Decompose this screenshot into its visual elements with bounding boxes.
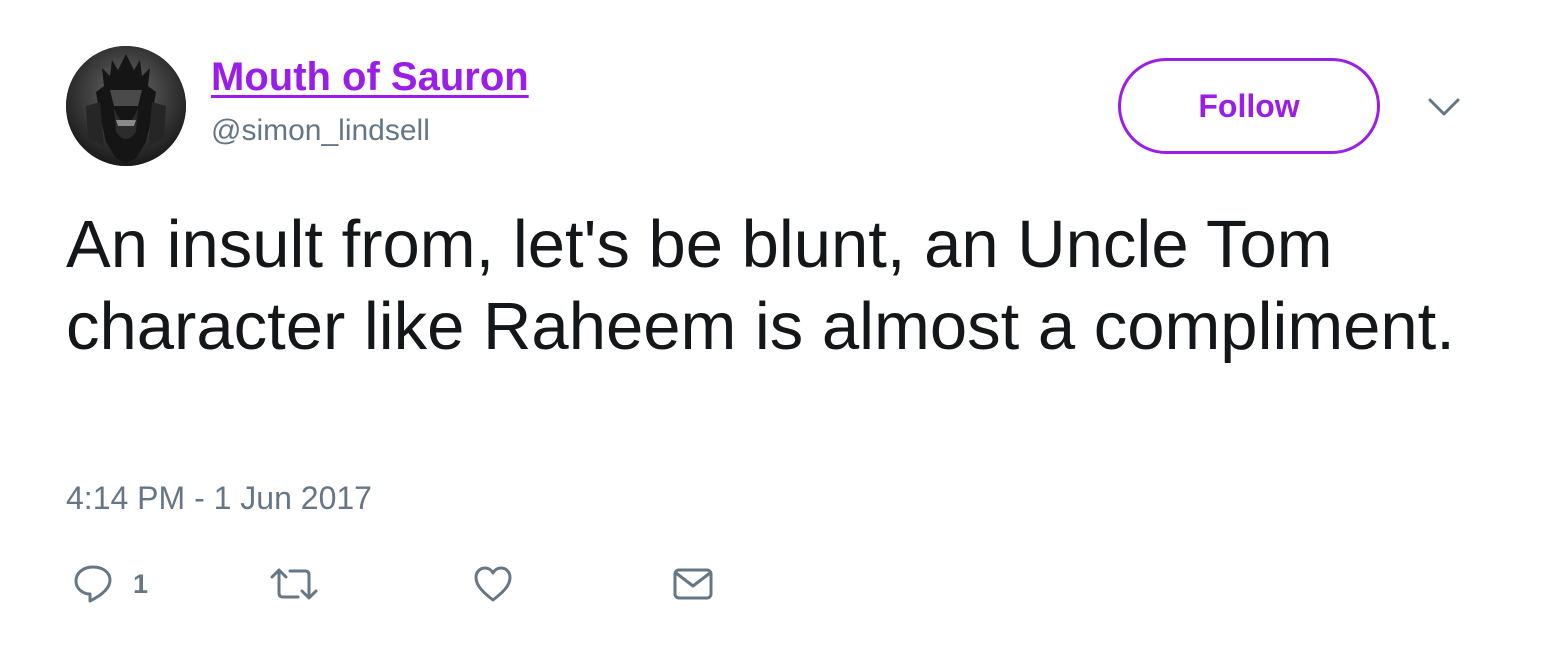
follow-button[interactable]: Follow — [1118, 58, 1380, 154]
reply-icon — [74, 565, 112, 603]
reply-count: 1 — [133, 569, 149, 599]
heart-icon — [474, 566, 512, 602]
retweet-button[interactable] — [268, 562, 320, 606]
helmeted-figure-avatar-icon — [66, 46, 186, 166]
tweet-timestamp[interactable]: 4:14 PM - 1 Jun 2017 — [66, 480, 372, 516]
direct-message-button[interactable] — [672, 562, 714, 606]
chevron-down-icon — [1428, 98, 1460, 116]
retweet-icon — [270, 568, 318, 600]
tweet-text: An insult from, let's be blunt, an Uncle… — [66, 207, 1455, 364]
envelope-icon — [673, 568, 713, 600]
avatar[interactable] — [66, 46, 186, 166]
tweet-menu-button[interactable] — [1426, 92, 1462, 120]
reply-button[interactable]: 1 — [72, 562, 148, 606]
like-button[interactable] — [472, 562, 514, 606]
user-handle: @simon_lindsell — [211, 114, 430, 147]
display-name-link[interactable]: Mouth of Sauron — [211, 53, 529, 101]
